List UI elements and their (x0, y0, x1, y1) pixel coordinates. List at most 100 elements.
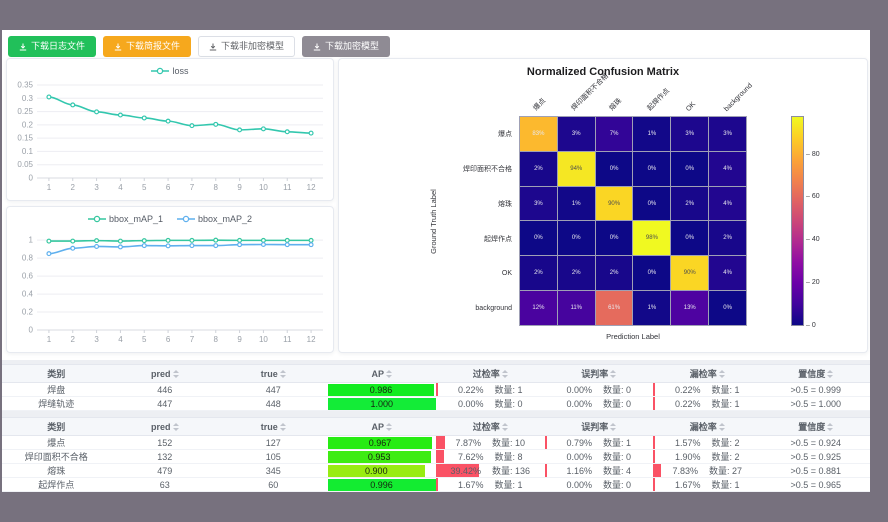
colorbar-tick: 80 (806, 151, 820, 158)
sort-caret-icon[interactable] (827, 423, 833, 431)
rate-qty: 数量: 8 (495, 451, 523, 463)
column-header-label: 误判率 (581, 422, 608, 432)
over-rate-cell: 1.67%数量: 1 (436, 478, 545, 492)
map-chart-card: bbox_mAP_1bbox_mAP_2 00.20.40.60.8112345… (6, 206, 334, 353)
sort-caret-icon[interactable] (280, 370, 286, 378)
column-header-AP[interactable]: AP (328, 418, 437, 436)
svg-text:5: 5 (142, 183, 147, 192)
misjudge-rate-cell: 0.00%数量: 0 (545, 492, 654, 493)
sort-caret-icon[interactable] (280, 423, 286, 431)
download-report-button[interactable]: 下载简报文件 (103, 36, 191, 57)
confidence-cell: >0.5 = 0.999 (762, 383, 871, 397)
matrix-column-labels: 爆点焊印面积不合格熔珠起焊作点OKbackground (519, 59, 747, 116)
true-cell: 60 (219, 478, 328, 492)
legend-item-loss[interactable]: loss (151, 64, 188, 77)
column-header-过检率[interactable]: 过检率 (436, 365, 545, 383)
rate-pct: 1.57% (675, 437, 701, 449)
rate-qty: 数量: 136 (492, 465, 530, 477)
rate-pct: 1.67% (458, 479, 484, 491)
true-cell: 448 (219, 397, 328, 411)
matrix-cell: 0% (520, 221, 557, 255)
sort-caret-icon[interactable] (386, 423, 392, 431)
miss-rate-cell: 0.22%数量: 1 (653, 383, 762, 397)
column-header-label: 类别 (47, 369, 65, 379)
svg-text:1: 1 (47, 183, 52, 192)
svg-text:9: 9 (237, 335, 242, 344)
matrix-cell: 83% (520, 117, 557, 151)
matrix-col-label: OK (685, 101, 697, 113)
over-rate-cell: 7.87%数量: 10 (436, 436, 545, 450)
column-header-过检率[interactable]: 过检率 (436, 418, 545, 436)
rate-qty: 数量: 1 (712, 479, 740, 491)
sort-caret-icon[interactable] (502, 370, 508, 378)
matrix-cell: 0% (671, 152, 708, 186)
column-header-true[interactable]: true (219, 418, 328, 436)
svg-text:0: 0 (29, 326, 34, 335)
download-log-button[interactable]: 下载日志文件 (8, 36, 96, 57)
column-header-pred[interactable]: pred (111, 418, 220, 436)
matrix-col-label: 焊印面积不合格 (569, 71, 611, 113)
rate-qty: 数量: 1 (712, 398, 740, 410)
download-plain-model-button[interactable]: 下载非加密模型 (198, 36, 295, 57)
table-row: 焊缝轨迹4474481.0000.00%数量: 00.00%数量: 00.22%… (2, 397, 870, 411)
column-header-置信度[interactable]: 置信度 (762, 365, 871, 383)
sort-caret-icon[interactable] (173, 370, 179, 378)
column-header-误判率[interactable]: 误判率 (545, 418, 654, 436)
sort-caret-icon[interactable] (719, 370, 725, 378)
svg-text:2: 2 (71, 183, 76, 192)
matrix-col-label: 起焊作点 (645, 86, 672, 113)
sort-caret-icon[interactable] (719, 423, 725, 431)
column-header-AP[interactable]: AP (328, 365, 437, 383)
column-header-漏检率[interactable]: 漏检率 (653, 365, 762, 383)
ap-bar: 0.996 (328, 479, 436, 491)
svg-text:11: 11 (283, 183, 292, 192)
column-header-误判率[interactable]: 误判率 (545, 365, 654, 383)
matrix-cell: 1% (633, 117, 670, 151)
svg-text:9: 9 (237, 183, 242, 192)
legend-item-bbox_mAP_1[interactable]: bbox_mAP_1 (88, 212, 163, 225)
matrix-row-labels: 爆点焊印面积不合格熔珠起焊作点OKbackground (439, 116, 515, 326)
ap-cell: 0.929 (328, 492, 437, 493)
matrix-row-label: 焊印面积不合格 (439, 151, 512, 186)
confidence-cell: >0.5 = 1.000 (762, 397, 871, 411)
matrix-col-label: 爆点 (531, 96, 548, 113)
sort-caret-icon[interactable] (610, 370, 616, 378)
metrics-tables-section: 类别predtrueAP过检率误判率漏检率置信度焊盘4464470.9860.2… (2, 360, 870, 492)
confidence-cell: >0.5 = 0.965 (762, 478, 871, 492)
legend-item-bbox_mAP_2[interactable]: bbox_mAP_2 (177, 212, 252, 225)
sort-caret-icon[interactable] (173, 423, 179, 431)
rate-qty: 数量: 0 (603, 479, 631, 491)
sort-caret-icon[interactable] (386, 370, 392, 378)
svg-text:0.2: 0.2 (22, 120, 34, 129)
loss-chart-legend: loss (7, 59, 333, 77)
misjudge-rate-cell: 0.00%数量: 0 (545, 450, 654, 464)
rate-qty: 数量: 27 (709, 465, 742, 477)
miss-rate-cell: 0.22%数量: 1 (653, 397, 762, 411)
matrix-row-label: 起焊作点 (439, 221, 512, 256)
column-header-置信度[interactable]: 置信度 (762, 418, 871, 436)
sort-caret-icon[interactable] (827, 370, 833, 378)
column-header-pred[interactable]: pred (111, 365, 220, 383)
sort-caret-icon[interactable] (610, 423, 616, 431)
svg-text:3: 3 (94, 335, 99, 344)
column-header-漏检率[interactable]: 漏检率 (653, 418, 762, 436)
matrix-cell: 2% (671, 187, 708, 221)
svg-text:5: 5 (142, 335, 147, 344)
confidence-cell: >0.5 = 0.924 (762, 436, 871, 450)
legend-label: bbox_mAP_1 (109, 214, 163, 224)
column-header-true[interactable]: true (219, 365, 328, 383)
column-header-label: 类别 (47, 422, 65, 432)
svg-text:0.2: 0.2 (22, 308, 34, 317)
matrix-col-label: 熔珠 (607, 96, 624, 113)
map-chart-legend: bbox_mAP_1 bbox_mAP_2 (7, 207, 333, 225)
svg-text:4: 4 (118, 183, 123, 192)
rate-qty: 数量: 2 (712, 451, 740, 463)
loss-line-chart: 00.050.10.150.20.250.30.3512345678910111… (7, 77, 333, 194)
download-encrypted-model-button[interactable]: 下载加密模型 (302, 36, 390, 57)
table-row: 起焊作点63600.9961.67%数量: 10.00%数量: 01.67%数量… (2, 478, 870, 492)
sort-caret-icon[interactable] (502, 423, 508, 431)
rate-qty: 数量: 1 (495, 384, 523, 396)
true-cell: 105 (219, 450, 328, 464)
column-header-label: 误判率 (581, 369, 608, 379)
legend-label: loss (172, 66, 188, 76)
